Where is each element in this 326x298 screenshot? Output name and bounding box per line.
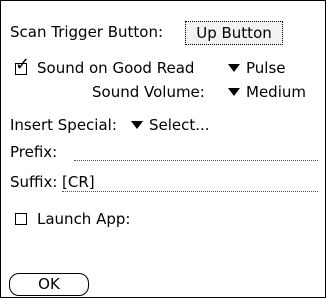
ok-button[interactable]: OK bbox=[9, 273, 89, 296]
sound-volume-label: Sound Volume: bbox=[92, 83, 205, 101]
sound-on-good-read-checkbox[interactable]: ✓ bbox=[15, 56, 30, 75]
prefix-field[interactable] bbox=[74, 160, 318, 161]
checkmark-icon: ✓ bbox=[15, 54, 31, 75]
sound-type-value: Pulse bbox=[246, 59, 286, 77]
scan-trigger-button[interactable]: Up Button bbox=[185, 21, 283, 45]
sound-volume-dropdown[interactable]: Medium bbox=[228, 82, 306, 102]
sound-on-good-read-label: Sound on Good Read bbox=[37, 59, 195, 77]
launch-app-checkbox[interactable] bbox=[15, 213, 27, 225]
sound-type-dropdown[interactable]: Pulse bbox=[228, 58, 286, 78]
insert-special-label: Insert Special: bbox=[10, 116, 117, 134]
insert-special-value: Select... bbox=[149, 116, 210, 134]
dropdown-arrow-icon bbox=[228, 63, 240, 72]
suffix-field[interactable] bbox=[62, 191, 318, 192]
prefix-label: Prefix: bbox=[10, 143, 58, 161]
suffix-value: [CR] bbox=[62, 173, 95, 191]
insert-special-dropdown[interactable]: Select... bbox=[131, 115, 210, 135]
scan-trigger-label: Scan Trigger Button: bbox=[10, 23, 164, 41]
sound-volume-value: Medium bbox=[246, 83, 306, 101]
suffix-label: Suffix: bbox=[10, 173, 58, 191]
launch-app-label: Launch App: bbox=[37, 210, 131, 228]
dropdown-arrow-icon bbox=[228, 87, 240, 96]
dropdown-arrow-icon bbox=[131, 120, 143, 129]
